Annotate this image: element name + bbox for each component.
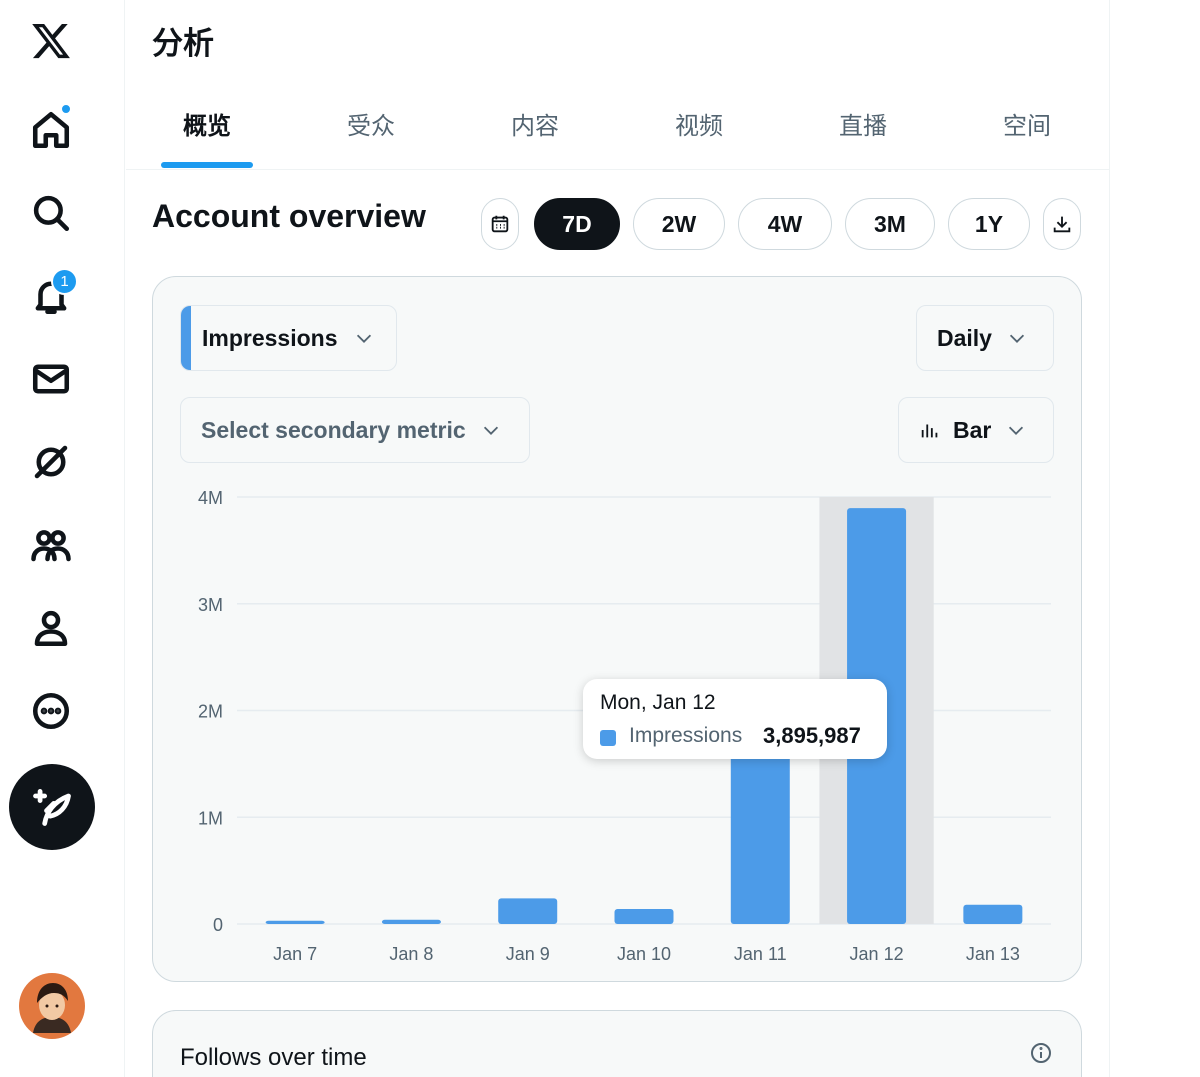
tab-video[interactable]: 视频 bbox=[624, 88, 774, 170]
range-1y-button[interactable]: 1Y bbox=[948, 198, 1030, 250]
compose-icon bbox=[33, 789, 71, 826]
range-4w-button[interactable]: 4W bbox=[738, 198, 832, 250]
people-icon[interactable] bbox=[22, 516, 80, 574]
x-tick-label: Jan 9 bbox=[506, 944, 550, 964]
tab-audience[interactable]: 受众 bbox=[296, 88, 446, 170]
x-tick-label: Jan 13 bbox=[966, 944, 1020, 964]
mail-icon[interactable] bbox=[22, 350, 80, 408]
page-title: 分析 bbox=[152, 26, 214, 62]
y-tick-label: 3M bbox=[198, 595, 223, 615]
range-2w-button[interactable]: 2W bbox=[633, 198, 725, 250]
active-tab-indicator bbox=[161, 162, 253, 168]
range-7d-button[interactable]: 7D bbox=[534, 198, 620, 250]
calendar-icon bbox=[491, 215, 509, 233]
bar-jan-8[interactable] bbox=[381, 919, 441, 924]
y-tick-label: 2M bbox=[198, 702, 223, 722]
y-tick-label: 1M bbox=[198, 808, 223, 828]
tab-overview[interactable]: 概览 bbox=[132, 88, 282, 170]
bar-jan-10[interactable] bbox=[614, 909, 674, 924]
tooltip-swatch bbox=[600, 730, 616, 746]
tooltip-date: Mon, Jan 12 bbox=[600, 691, 716, 714]
bar-jan-9[interactable] bbox=[498, 898, 558, 924]
download-button[interactable] bbox=[1043, 198, 1081, 250]
x-tick-label: Jan 8 bbox=[389, 944, 433, 964]
x-tick-label: Jan 12 bbox=[850, 944, 904, 964]
grok-icon[interactable] bbox=[22, 433, 80, 491]
follows-card: Follows over time bbox=[152, 1010, 1082, 1077]
person-icon[interactable] bbox=[22, 599, 80, 657]
home-notification-dot bbox=[60, 103, 72, 115]
tab-live[interactable]: 直播 bbox=[788, 88, 938, 170]
follows-title: Follows over time bbox=[180, 1044, 367, 1071]
account-overview-title: Account overview bbox=[152, 198, 426, 234]
tooltip-value: 3,895,987 bbox=[763, 723, 861, 748]
y-tick-label: 0 bbox=[213, 915, 223, 935]
x-tick-label: Jan 11 bbox=[734, 944, 787, 964]
bar-jan-11[interactable] bbox=[730, 736, 790, 924]
tab-spaces[interactable]: 空间 bbox=[952, 88, 1102, 170]
bar-jan-7[interactable] bbox=[265, 920, 325, 924]
tab-content[interactable]: 内容 bbox=[460, 88, 610, 170]
avatar[interactable] bbox=[19, 973, 85, 1039]
notifications-badge: 1 bbox=[51, 268, 78, 295]
x-logo-icon[interactable] bbox=[22, 12, 80, 70]
x-tick-label: Jan 7 bbox=[273, 944, 317, 964]
chart-tooltip: Mon, Jan 12 Impressions 3,895,987 bbox=[583, 679, 887, 759]
analytics-main: 分析 概览 受众 内容 视频 直播 空间 Account overview 7D… bbox=[126, 0, 1110, 1077]
more-icon[interactable] bbox=[22, 682, 80, 740]
tooltip-series: Impressions bbox=[629, 724, 743, 747]
tab-bar: 概览 受众 内容 视频 直播 空间 bbox=[126, 88, 1110, 170]
post-button[interactable] bbox=[9, 764, 95, 850]
search-icon[interactable] bbox=[22, 184, 80, 242]
sidebar: 1 bbox=[0, 0, 125, 1077]
download-icon bbox=[1053, 216, 1071, 233]
y-tick-label: 4M bbox=[198, 488, 223, 508]
impressions-bar-chart: 0 1M 2M 3M 4M Jan 7 Jan 8 Jan 9 Jan 10 Jan 11 Jan … bbox=[198, 488, 1051, 964]
x-tick-label: Jan 10 bbox=[617, 944, 671, 964]
chart-card: Impressions Daily Select secondary metri… bbox=[152, 276, 1082, 982]
info-icon[interactable] bbox=[1029, 1041, 1053, 1065]
bar-jan-13[interactable] bbox=[963, 904, 1023, 924]
range-3m-button[interactable]: 3M bbox=[845, 198, 935, 250]
date-picker-button[interactable] bbox=[481, 198, 519, 250]
